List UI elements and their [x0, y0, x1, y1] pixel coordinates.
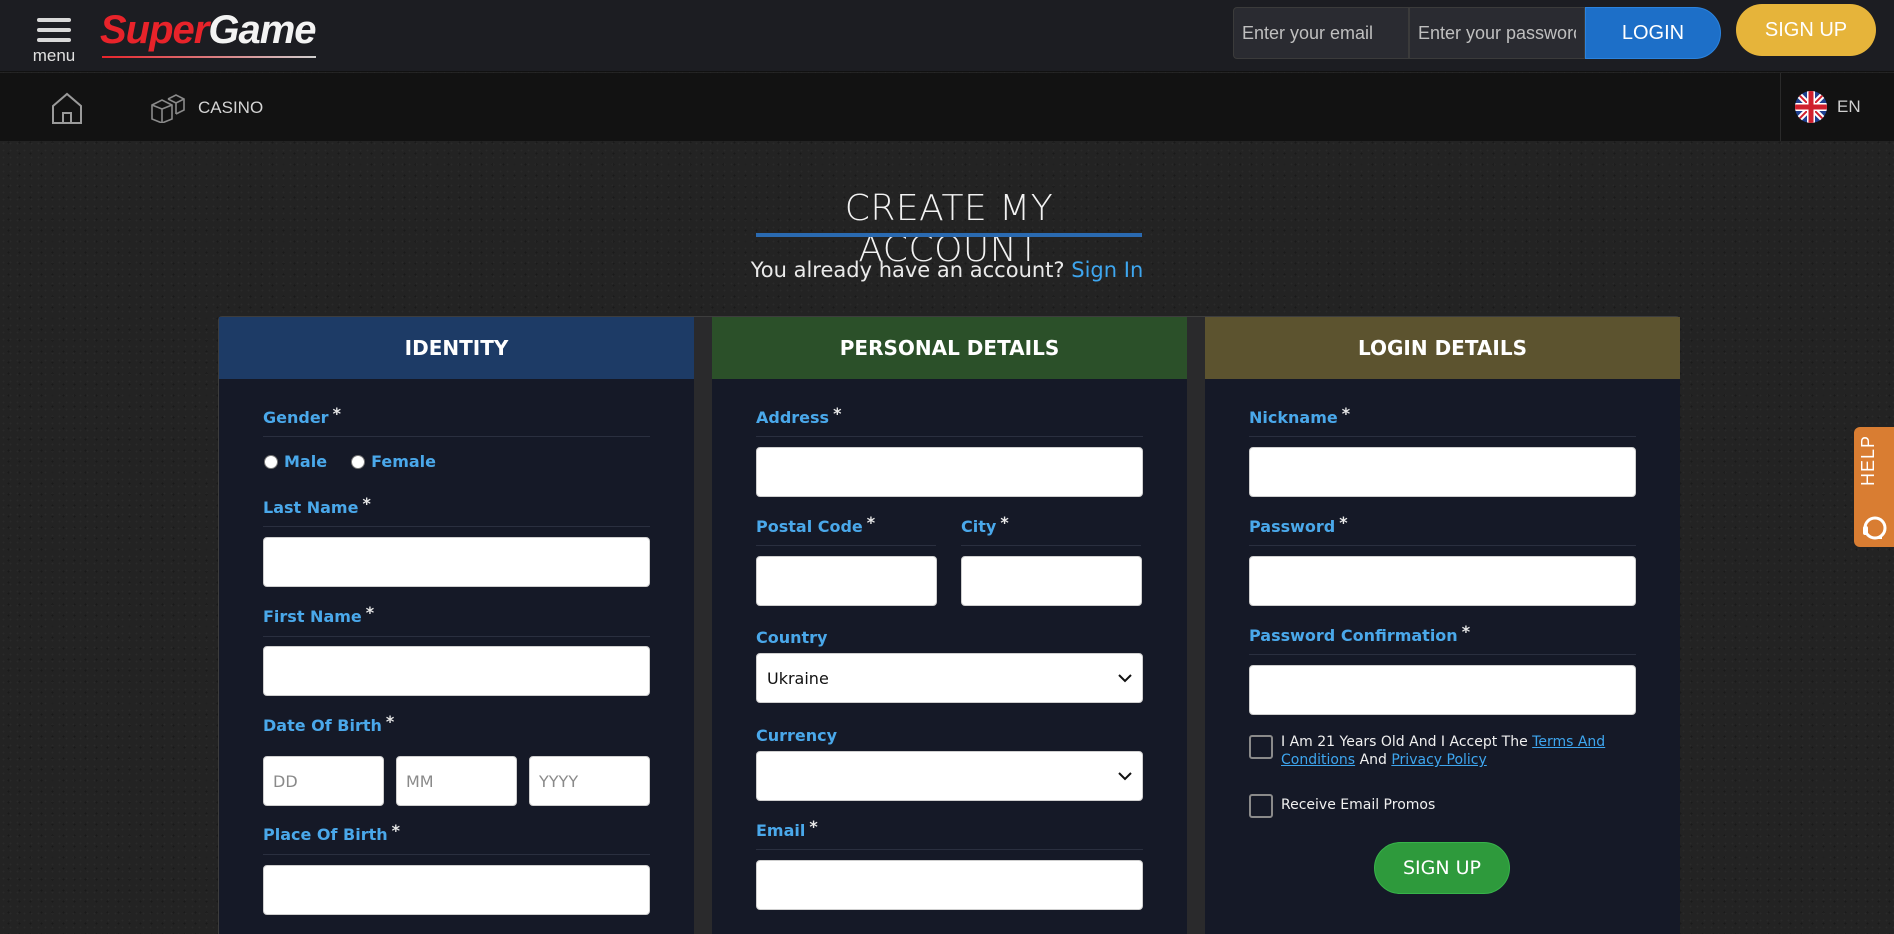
place-of-birth-label: Place Of Birth *: [263, 821, 401, 844]
home-icon[interactable]: [50, 91, 84, 125]
gender-female-label: Female: [371, 452, 436, 471]
last-name-input[interactable]: [263, 537, 650, 587]
divider: [1249, 436, 1636, 437]
login-button[interactable]: LOGIN: [1585, 7, 1721, 59]
city-input[interactable]: [961, 556, 1142, 606]
logo-underline: [102, 56, 316, 58]
gender-label: Gender *: [263, 404, 341, 427]
divider: [756, 436, 1143, 437]
currency-label: Currency: [756, 726, 838, 745]
already-have-account: You already have an account? Sign In: [0, 258, 1894, 282]
city-label: City *: [961, 513, 1009, 536]
address-input[interactable]: [756, 447, 1143, 497]
address-label: Address *: [756, 404, 842, 427]
nickname-label: Nickname *: [1249, 404, 1351, 427]
dob-year-input[interactable]: [529, 756, 650, 806]
promos-row: Receive Email Promos: [1249, 792, 1435, 818]
terms-checkbox[interactable]: [1249, 735, 1273, 759]
gender-male-radio[interactable]: [264, 454, 278, 469]
signup-submit-button[interactable]: SIGN UP: [1374, 842, 1510, 894]
logo-game: Game: [208, 8, 316, 52]
dob-day-input[interactable]: [263, 756, 384, 806]
divider: [263, 636, 650, 637]
promos-checkbox[interactable]: [1249, 794, 1273, 818]
country-value: Ukraine: [767, 668, 829, 688]
already-text: You already have an account?: [750, 258, 1065, 282]
sign-in-link[interactable]: Sign In: [1071, 258, 1143, 282]
header-login-form: LOGIN: [1233, 7, 1721, 59]
personal-details-header: PERSONAL DETAILS: [712, 317, 1187, 379]
country-select[interactable]: Ukraine: [756, 653, 1143, 703]
divider: [263, 436, 650, 437]
divider: [263, 526, 650, 527]
chevron-down-icon: [1118, 674, 1132, 683]
nav-casino-label: CASINO: [198, 98, 264, 117]
password-confirm-input[interactable]: [1249, 665, 1636, 715]
nav-bar: CASINO EN: [0, 73, 1894, 141]
menu-icon: [37, 18, 71, 42]
gender-female-radio[interactable]: [351, 454, 366, 469]
gender-options: Male Female: [264, 452, 436, 471]
logo-super: Super: [100, 8, 209, 52]
postal-code-input[interactable]: [756, 556, 937, 606]
title-underline: [756, 233, 1142, 237]
divider: [961, 545, 1141, 546]
chevron-down-icon: [1118, 772, 1132, 781]
first-name-label: First Name *: [263, 603, 375, 626]
gender-male-label: Male: [284, 452, 328, 471]
dob-month-input[interactable]: [396, 756, 517, 806]
header-signup-button[interactable]: SIGN UP: [1736, 4, 1876, 56]
privacy-link[interactable]: Privacy Policy: [1391, 752, 1486, 768]
password-label: Password *: [1249, 513, 1348, 536]
postal-code-label: Postal Code *: [756, 513, 876, 536]
divider: [263, 854, 650, 855]
email-label: Email *: [756, 817, 818, 840]
last-name-label: Last Name *: [263, 494, 371, 517]
email-input[interactable]: [756, 860, 1143, 910]
nickname-input[interactable]: [1249, 447, 1636, 497]
terms-row: I Am 21 Years Old And I Accept The Terms…: [1249, 733, 1639, 769]
first-name-input[interactable]: [263, 646, 650, 696]
header-email-input[interactable]: [1233, 7, 1409, 59]
divider: [1249, 545, 1636, 546]
nav-item-casino[interactable]: CASINO: [150, 91, 263, 125]
top-bar: menu SuperGame LOGIN SIGN UP: [0, 0, 1894, 72]
place-of-birth-input[interactable]: [263, 865, 650, 915]
headset-icon: [1863, 516, 1887, 540]
menu-label: menu: [32, 46, 76, 65]
help-label: HELP: [1858, 435, 1878, 487]
terms-text: I Am 21 Years Old And I Accept The Terms…: [1281, 734, 1606, 768]
logo[interactable]: SuperGame: [100, 8, 317, 58]
currency-select[interactable]: [756, 751, 1143, 801]
password-confirm-label: Password Confirmation *: [1249, 622, 1471, 645]
country-label: Country: [756, 628, 828, 647]
header-password-input[interactable]: [1409, 7, 1585, 59]
menu-button[interactable]: menu: [28, 16, 80, 66]
divider: [756, 849, 1143, 850]
login-details-header: LOGIN DETAILS: [1205, 317, 1680, 379]
uk-flag-icon: [1795, 91, 1827, 123]
language-code: EN: [1837, 97, 1861, 116]
promos-label: Receive Email Promos: [1281, 797, 1436, 813]
language-selector[interactable]: EN: [1780, 73, 1894, 141]
dob-label: Date Of Birth *: [263, 712, 395, 735]
divider: [756, 545, 936, 546]
help-tab[interactable]: HELP: [1854, 427, 1894, 547]
divider: [1249, 654, 1636, 655]
identity-header: IDENTITY: [219, 317, 694, 379]
dice-icon: [151, 94, 185, 123]
password-input[interactable]: [1249, 556, 1636, 606]
